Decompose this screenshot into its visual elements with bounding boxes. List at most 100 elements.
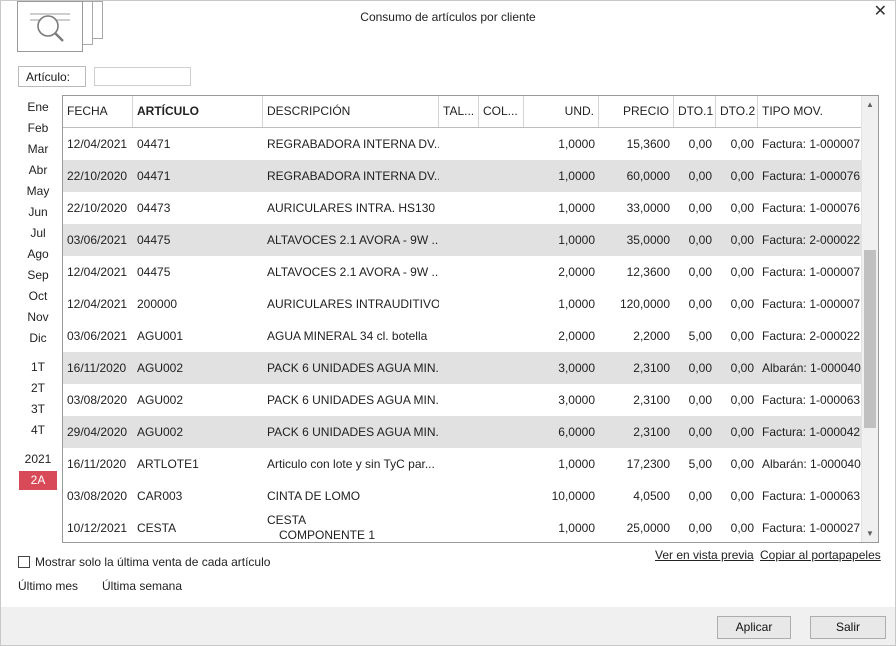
last-sale-only-checkbox[interactable] xyxy=(18,556,30,568)
scroll-up-icon[interactable]: ▲ xyxy=(862,96,878,113)
cell-precio: 15,3600 xyxy=(626,137,670,151)
table-row[interactable]: 12/04/2021 200000 AURICULARES INTRAUDITI… xyxy=(63,288,861,320)
cell-und: 1,0000 xyxy=(558,297,595,311)
period-month-feb[interactable]: Feb xyxy=(19,119,57,138)
cell-color xyxy=(479,288,524,320)
period-quarter-3t[interactable]: 3T xyxy=(19,400,57,419)
articulo-input[interactable] xyxy=(94,67,191,86)
cell-dto2: 0,00 xyxy=(730,137,754,151)
cell-tipo-mov: Albarán: 1-000040 xyxy=(762,457,861,471)
cell-tipo-mov: Factura: 1-000007 xyxy=(762,137,861,151)
cell-tipo-mov: Factura: 1-000063 xyxy=(762,393,861,407)
period-year-2021[interactable]: 2021 xyxy=(19,450,57,469)
cell-tipo-mov: Factura: 1-000076 xyxy=(762,169,861,183)
table-row[interactable]: 03/06/2021 04475 ALTAVOCES 2.1 AVORA - 9… xyxy=(63,224,861,256)
cell-descripcion: REGRABADORA INTERNA DV... xyxy=(267,169,439,183)
table-row[interactable]: 12/04/2021 04471 REGRABADORA INTERNA DV.… xyxy=(63,128,861,160)
cell-articulo: CAR003 xyxy=(137,489,183,503)
cell-color xyxy=(479,160,524,192)
cell-descripcion: ALTAVOCES 2.1 AVORA - 9W ... xyxy=(267,265,439,279)
cell-fecha: 16/11/2020 xyxy=(67,457,127,471)
cell-articulo: AGU002 xyxy=(137,393,184,407)
cell-dto2: 0,00 xyxy=(730,457,754,471)
period-month-mar[interactable]: Mar xyxy=(19,140,57,159)
table-row[interactable]: 16/11/2020 ARTLOTE1 Articulo con lote y … xyxy=(63,448,861,480)
table-row[interactable]: 29/04/2020 AGU002 PACK 6 UNIDADES AGUA M… xyxy=(63,416,861,448)
table-row[interactable]: 22/10/2020 04471 REGRABADORA INTERNA DV.… xyxy=(63,160,861,192)
column-header-descripcion[interactable]: DESCRIPCIÓN xyxy=(263,96,439,127)
period-month-dic[interactable]: Dic xyxy=(19,329,57,348)
period-month-nov[interactable]: Nov xyxy=(19,308,57,327)
period-month-jun[interactable]: Jun xyxy=(19,203,57,222)
cell-talla xyxy=(439,256,479,288)
cell-precio: 2,2000 xyxy=(633,329,670,343)
period-month-ene[interactable]: Ene xyxy=(19,98,57,117)
cell-articulo: 04475 xyxy=(137,233,171,247)
vertical-scrollbar[interactable]: ▲ ▼ xyxy=(861,96,878,542)
column-header-precio[interactable]: PRECIO xyxy=(599,96,674,127)
column-header-und[interactable]: UND. xyxy=(524,96,599,127)
cell-und: 1,0000 xyxy=(558,233,595,247)
period-quarter-2t[interactable]: 2T xyxy=(19,379,57,398)
column-header-color[interactable]: COL... xyxy=(479,96,524,127)
cell-und: 1,0000 xyxy=(558,201,595,215)
preview-link[interactable]: Ver en vista previa xyxy=(655,548,754,562)
column-header-articulo[interactable]: ARTÍCULO xyxy=(133,96,263,127)
column-header-dto1[interactable]: DTO.1 xyxy=(674,96,716,127)
cell-precio: 2,3100 xyxy=(633,361,670,375)
scroll-thumb[interactable] xyxy=(864,250,876,428)
table-row[interactable]: 03/08/2020 AGU002 PACK 6 UNIDADES AGUA M… xyxy=(63,384,861,416)
period-month-oct[interactable]: Oct xyxy=(19,287,57,306)
period-month-abr[interactable]: Abr xyxy=(19,161,57,180)
last-sale-only-label: Mostrar solo la última venta de cada art… xyxy=(35,555,271,569)
period-month-sep[interactable]: Sep xyxy=(19,266,57,285)
table-row[interactable]: 03/08/2020 CAR003 CINTA DE LOMO 10,0000 … xyxy=(63,480,861,512)
cell-und: 3,0000 xyxy=(558,393,595,407)
period-month-jul[interactable]: Jul xyxy=(19,224,57,243)
cell-precio: 17,2300 xyxy=(626,457,670,471)
scroll-down-icon[interactable]: ▼ xyxy=(862,525,878,542)
period-month-ago[interactable]: Ago xyxy=(19,245,57,264)
cell-und: 1,0000 xyxy=(558,169,595,183)
column-header-talla[interactable]: TAL... xyxy=(439,96,479,127)
cell-und: 3,0000 xyxy=(558,361,595,375)
exit-button[interactable]: Salir xyxy=(810,616,886,639)
copy-clipboard-link[interactable]: Copiar al portapapeles xyxy=(760,548,881,562)
period-quarter-4t[interactable]: 4T xyxy=(19,421,57,440)
magnifier-document-icon xyxy=(17,1,83,52)
cell-descripcion: Articulo con lote y sin TyC par... xyxy=(267,457,435,471)
period-month-may[interactable]: May xyxy=(19,182,57,201)
cell-dto1: 0,00 xyxy=(688,489,712,503)
cell-descripcion: PACK 6 UNIDADES AGUA MIN... xyxy=(267,393,439,407)
column-header-dto2[interactable]: DTO.2 xyxy=(716,96,758,127)
cell-precio: 120,0000 xyxy=(619,297,670,311)
cell-color xyxy=(479,384,524,416)
column-header-tipo-mov[interactable]: TIPO MOV. xyxy=(758,96,861,127)
cell-fecha: 29/04/2020 xyxy=(67,425,128,439)
table-row[interactable]: 03/06/2021 AGU001 AGUA MINERAL 34 cl. bo… xyxy=(63,320,861,352)
cell-precio: 12,3600 xyxy=(626,265,670,279)
close-icon[interactable]: ✕ xyxy=(874,4,887,20)
cell-talla xyxy=(439,160,479,192)
column-header-fecha[interactable]: FECHA xyxy=(63,96,133,127)
table-row[interactable]: 10/12/2021 CESTA CESTA COMPONENTE 1 1,000… xyxy=(63,512,861,542)
table-row[interactable]: 12/04/2021 04475 ALTAVOCES 2.1 AVORA - 9… xyxy=(63,256,861,288)
cell-dto1: 5,00 xyxy=(688,457,712,471)
period-year-2a[interactable]: 2A xyxy=(19,471,57,490)
cell-articulo: CESTA xyxy=(137,521,177,535)
last-month-link[interactable]: Último mes xyxy=(18,579,78,593)
apply-button[interactable]: Aplicar xyxy=(717,616,791,639)
cell-talla xyxy=(439,192,479,224)
last-week-link[interactable]: Última semana xyxy=(102,579,182,593)
cell-und: 2,0000 xyxy=(558,329,595,343)
cell-articulo: 04471 xyxy=(137,137,171,151)
cell-dto1: 0,00 xyxy=(688,425,712,439)
cell-fecha: 03/06/2021 xyxy=(67,329,128,343)
table-row[interactable]: 16/11/2020 AGU002 PACK 6 UNIDADES AGUA M… xyxy=(63,352,861,384)
grid-body: 12/04/2021 04471 REGRABADORA INTERNA DV.… xyxy=(63,128,861,542)
table-row[interactable]: 22/10/2020 04473 AURICULARES INTRA. HS13… xyxy=(63,192,861,224)
period-quarter-1t[interactable]: 1T xyxy=(19,358,57,377)
cell-dto2: 0,00 xyxy=(730,265,754,279)
cell-dto1: 0,00 xyxy=(688,521,712,535)
cell-fecha: 22/10/2020 xyxy=(67,169,128,183)
